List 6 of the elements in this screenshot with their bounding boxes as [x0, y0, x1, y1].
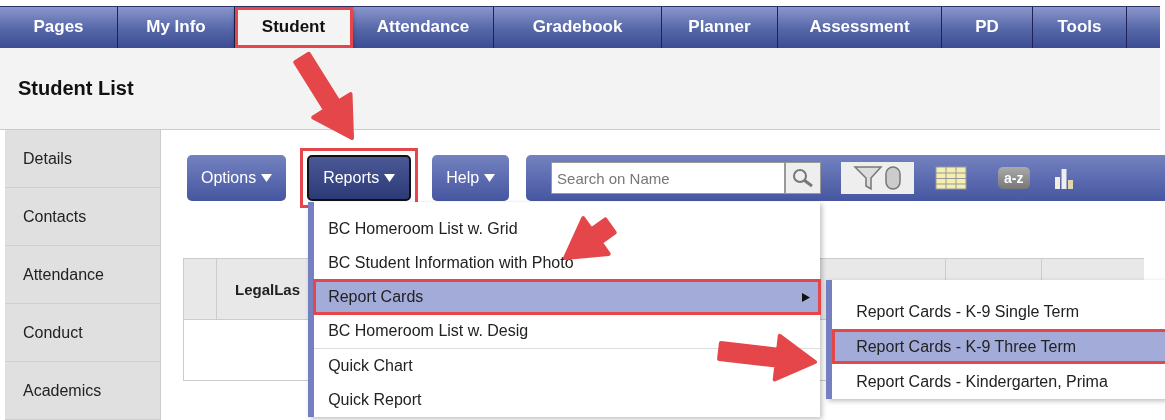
menu-item-label: BC Homeroom List w. Grid: [328, 220, 518, 238]
menu-item-label: Quick Chart: [328, 357, 413, 375]
menu-item-label: BC Student Information with Photo: [328, 254, 574, 272]
menu-item-label: Report Cards: [328, 288, 424, 306]
menu-item-label: BC Homeroom List w. Desig: [328, 322, 529, 340]
page-title: Student List: [18, 76, 134, 100]
